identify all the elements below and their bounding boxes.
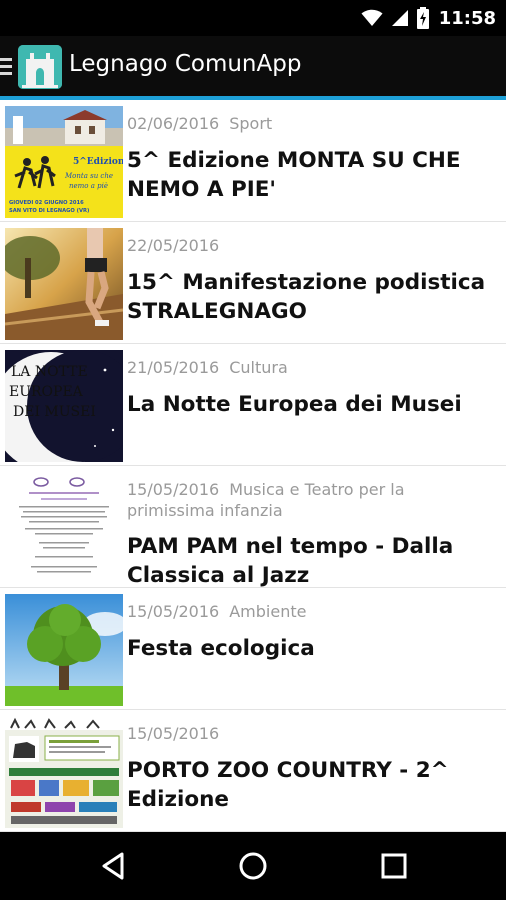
thumb-text-line: EUROPEA <box>9 384 84 400</box>
event-thumbnail <box>5 716 123 828</box>
event-thumbnail: LA NOTTE EUROPEA DEI MUSEI <box>5 350 123 462</box>
back-icon[interactable] <box>98 850 130 882</box>
list-item[interactable]: 15/05/2016 Musica e Teatro per la primiss… <box>0 466 506 588</box>
event-title: Festa ecologica <box>127 636 315 661</box>
event-date: 15/05/2016 <box>127 480 220 499</box>
news-list[interactable]: 5^Edizione Monta su che nemo a piè GIOVE… <box>0 100 506 832</box>
navigation-bar <box>0 832 506 900</box>
svg-text:5^Edizione: 5^Edizione <box>73 157 123 167</box>
svg-text:nemo a piè: nemo a piè <box>69 182 108 190</box>
event-title: La Notte Europea dei Musei <box>127 392 462 417</box>
status-bar: 11:58 <box>0 0 506 36</box>
event-category: Cultura <box>229 358 288 377</box>
event-thumbnail <box>5 594 123 706</box>
event-meta: 21/05/2016 Cultura <box>127 357 497 378</box>
event-title: 15^ Manifestazione podistica STRALEGNAGO <box>127 270 486 324</box>
event-thumbnail <box>5 472 123 584</box>
event-meta: 22/05/2016 <box>127 235 497 256</box>
menu-icon[interactable] <box>0 58 14 78</box>
signal-icon <box>391 10 408 26</box>
thumb-text-line: DEI MUSEI <box>13 404 96 420</box>
recents-icon[interactable] <box>378 850 410 882</box>
event-thumbnail <box>5 228 123 340</box>
event-category: Sport <box>229 114 273 133</box>
list-item[interactable]: 22/05/2016 15^ Manifestazione podistica … <box>0 222 506 344</box>
event-meta: 15/05/2016 Musica e Teatro per la primiss… <box>127 479 497 521</box>
app-bar: Legnago ComunApp <box>0 36 506 100</box>
app-logo[interactable] <box>18 45 62 89</box>
event-title: PAM PAM nel tempo - Dalla Classica al Ja… <box>127 534 454 588</box>
svg-text:SAN VITO DI LEGNAGO (VR): SAN VITO DI LEGNAGO (VR) <box>9 208 89 214</box>
event-title: PORTO ZOO COUNTRY - 2^ Edizione <box>127 758 449 812</box>
event-date: 21/05/2016 <box>127 358 220 377</box>
event-date: 15/05/2016 <box>127 602 220 621</box>
event-category: Ambiente <box>229 602 307 621</box>
event-meta: 02/06/2016 Sport <box>127 113 497 134</box>
status-time: 11:58 <box>438 7 496 29</box>
battery-charging-icon <box>416 7 429 29</box>
event-date: 22/05/2016 <box>127 236 220 255</box>
home-icon[interactable] <box>237 850 269 882</box>
event-date: 15/05/2016 <box>127 724 220 743</box>
list-item[interactable]: 15/05/2016 PORTO ZOO COUNTRY - 2^ Edizio… <box>0 710 506 832</box>
event-meta: 15/05/2016 Ambiente <box>127 601 497 622</box>
event-date: 02/06/2016 <box>127 114 220 133</box>
list-item[interactable]: LA NOTTE EUROPEA DEI MUSEI 21/05/2016 Cul… <box>0 344 506 466</box>
list-item[interactable]: 15/05/2016 Ambiente Festa ecologica <box>0 588 506 710</box>
event-meta: 15/05/2016 <box>127 723 497 744</box>
list-item[interactable]: 5^Edizione Monta su che nemo a piè GIOVE… <box>0 100 506 222</box>
thumb-text-line: LA NOTTE <box>11 364 88 380</box>
event-thumbnail: 5^Edizione Monta su che nemo a piè GIOVE… <box>5 106 123 218</box>
wifi-icon <box>361 9 383 26</box>
app-title: Legnago ComunApp <box>69 51 302 77</box>
svg-text:Monta su che: Monta su che <box>64 172 113 180</box>
event-title: 5^ Edizione MONTA SU CHE NEMO A PIE' <box>127 148 461 202</box>
svg-text:GIOVEDI 02 GIUGNO 2016: GIOVEDI 02 GIUGNO 2016 <box>9 200 84 206</box>
status-icons: 11:58 <box>361 6 496 30</box>
